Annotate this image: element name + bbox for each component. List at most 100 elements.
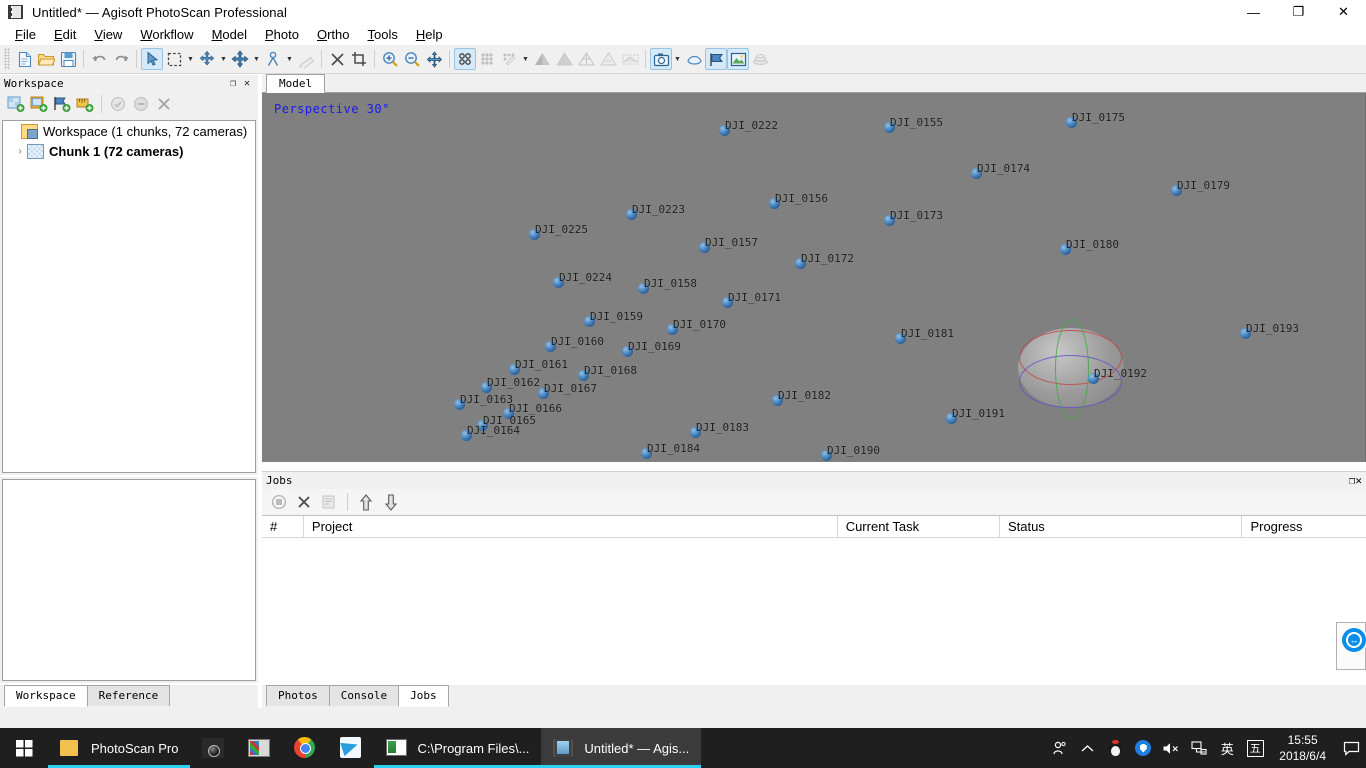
- show-hidden-icons-chevron[interactable]: [1073, 728, 1101, 768]
- tree-item-1[interactable]: › Chunk 1 (72 cameras): [3, 141, 255, 161]
- camera-marker-DJI_0171[interactable]: DJI_0171: [722, 291, 781, 313]
- tab-workspace[interactable]: Workspace: [4, 685, 88, 707]
- add-photos-icon[interactable]: [28, 93, 50, 115]
- taskbar-photoscan-pro-folder[interactable]: PhotoScan Pro: [48, 728, 191, 768]
- menu-ortho[interactable]: Ortho: [308, 25, 359, 44]
- column-header-project[interactable]: Project: [304, 516, 838, 537]
- ime-mode-icon[interactable]: 五: [1241, 728, 1269, 768]
- menu-tools[interactable]: Tools: [359, 25, 407, 44]
- show-cameras-icon[interactable]: [650, 48, 672, 70]
- reset-view-icon[interactable]: [423, 48, 445, 70]
- dense-cloud-icon[interactable]: [476, 48, 498, 70]
- camera-marker-DJI_0174[interactable]: DJI_0174: [971, 162, 1030, 184]
- teamviewer-icon[interactable]: ↔: [1340, 626, 1366, 654]
- camera-marker-DJI_0169[interactable]: DJI_0169: [622, 340, 681, 362]
- shaded-model-icon[interactable]: [531, 48, 553, 70]
- move-down-icon[interactable]: [380, 491, 402, 513]
- toolbar-grip[interactable]: [4, 48, 10, 70]
- column-header-status[interactable]: Status: [1000, 516, 1243, 537]
- add-scalebar-icon[interactable]: [74, 93, 96, 115]
- network-icon[interactable]: [1185, 728, 1213, 768]
- taskbar-camera-app[interactable]: [190, 728, 236, 768]
- menu-model[interactable]: Model: [203, 25, 256, 44]
- jobs-table[interactable]: # Project Current Task Status Progress: [262, 515, 1366, 683]
- dense-cloud-classes-icon[interactable]: [498, 48, 520, 70]
- move-up-icon[interactable]: [355, 491, 377, 513]
- camera-marker-DJI_0193[interactable]: DJI_0193: [1240, 322, 1299, 344]
- point-cloud-icon[interactable]: [454, 48, 476, 70]
- textured-model-icon[interactable]: [597, 48, 619, 70]
- show-markers-icon[interactable]: [705, 48, 727, 70]
- show-regions-icon[interactable]: [683, 48, 705, 70]
- taskbar-photoscan-window[interactable]: Untitled* — Agis...: [541, 728, 702, 768]
- show-images-icon[interactable]: [727, 48, 749, 70]
- taskbar-kugou[interactable]: [328, 728, 374, 768]
- close-button[interactable]: ✕: [1321, 0, 1366, 24]
- camera-marker-DJI_0225[interactable]: DJI_0225: [529, 223, 588, 245]
- column-header-[interactable]: #: [262, 516, 304, 537]
- windows-start-icon[interactable]: [0, 728, 48, 768]
- stop-job-icon[interactable]: [268, 491, 290, 513]
- qq-penguin-icon[interactable]: [1101, 728, 1129, 768]
- camera-marker-DJI_0173[interactable]: DJI_0173: [884, 209, 943, 231]
- open-project-icon[interactable]: [35, 48, 57, 70]
- camera-marker-DJI_0182[interactable]: DJI_0182: [772, 389, 831, 411]
- menu-help[interactable]: Help: [407, 25, 452, 44]
- camera-marker-DJI_0184[interactable]: DJI_0184: [641, 442, 700, 462]
- wireframe-model-icon[interactable]: [575, 48, 597, 70]
- dense-cloud-classes-dropdown-icon[interactable]: ▼: [520, 48, 531, 70]
- minimize-button[interactable]: —: [1231, 0, 1276, 24]
- tab-photos[interactable]: Photos: [266, 685, 330, 706]
- enable-icon[interactable]: [107, 93, 129, 115]
- ime-language-icon[interactable]: 英: [1213, 728, 1241, 768]
- job-details-icon[interactable]: [318, 491, 340, 513]
- camera-marker-DJI_0175[interactable]: DJI_0175: [1066, 111, 1125, 133]
- security-shield-icon[interactable]: [1129, 728, 1157, 768]
- camera-marker-DJI_0159[interactable]: DJI_0159: [584, 310, 643, 332]
- move-object-dropdown-icon[interactable]: ▼: [218, 48, 229, 70]
- pointer-select-icon[interactable]: [141, 48, 163, 70]
- remove-job-icon[interactable]: [293, 491, 315, 513]
- camera-marker-DJI_0158[interactable]: DJI_0158: [638, 277, 697, 299]
- camera-marker-DJI_0164[interactable]: DJI_0164: [461, 424, 520, 446]
- disable-icon[interactable]: [130, 93, 152, 115]
- workspace-panel-close-button[interactable]: ✕: [240, 76, 254, 90]
- tab-model[interactable]: Model: [266, 74, 326, 93]
- camera-marker-DJI_0170[interactable]: DJI_0170: [667, 318, 726, 340]
- camera-marker-DJI_0223[interactable]: DJI_0223: [626, 203, 685, 225]
- camera-marker-DJI_0179[interactable]: DJI_0179: [1171, 179, 1230, 201]
- action-center-icon[interactable]: [1336, 728, 1366, 768]
- menu-view[interactable]: View: [85, 25, 131, 44]
- show-cameras-dropdown-icon[interactable]: ▼: [672, 48, 683, 70]
- tiled-model-icon[interactable]: [619, 48, 641, 70]
- camera-marker-DJI_0155[interactable]: DJI_0155: [884, 116, 943, 138]
- taskbar-clock[interactable]: 15:55 2018/6/4: [1269, 728, 1336, 768]
- redo-icon[interactable]: [110, 48, 132, 70]
- tab-jobs[interactable]: Jobs: [398, 685, 449, 707]
- jobs-panel-float-button[interactable]: ❐: [1349, 474, 1356, 487]
- workspace-panel-float-button[interactable]: ❐: [226, 76, 240, 90]
- model-viewport[interactable]: Perspective 30° Y X Z DJI_0222DJI_0155DJ…: [262, 93, 1366, 462]
- camera-marker-DJI_0160[interactable]: DJI_0160: [545, 335, 604, 357]
- camera-marker-DJI_0181[interactable]: DJI_0181: [895, 327, 954, 349]
- ruler-icon[interactable]: [295, 48, 317, 70]
- camera-marker-DJI_0172[interactable]: DJI_0172: [795, 252, 854, 274]
- new-project-icon[interactable]: [13, 48, 35, 70]
- undo-icon[interactable]: [88, 48, 110, 70]
- menu-workflow[interactable]: Workflow: [131, 25, 202, 44]
- tree-expander-icon[interactable]: ›: [13, 146, 27, 157]
- tree-item-0[interactable]: Workspace (1 chunks, 72 cameras): [3, 121, 255, 141]
- show-trackball-icon[interactable]: [749, 48, 771, 70]
- zoom-out-icon[interactable]: [401, 48, 423, 70]
- place-marker-icon[interactable]: [262, 48, 284, 70]
- volume-muted-icon[interactable]: [1157, 728, 1185, 768]
- camera-marker-DJI_0167[interactable]: DJI_0167: [538, 382, 597, 404]
- camera-marker-DJI_0156[interactable]: DJI_0156: [769, 192, 828, 214]
- taskbar-file-explorer[interactable]: C:\Program Files\...: [374, 728, 542, 768]
- delete-selection-icon[interactable]: [326, 48, 348, 70]
- tab-reference[interactable]: Reference: [86, 685, 171, 706]
- camera-marker-DJI_0180[interactable]: DJI_0180: [1060, 238, 1119, 260]
- add-markers-icon[interactable]: [51, 93, 73, 115]
- zoom-in-icon[interactable]: [379, 48, 401, 70]
- taskbar-chrome[interactable]: [282, 728, 328, 768]
